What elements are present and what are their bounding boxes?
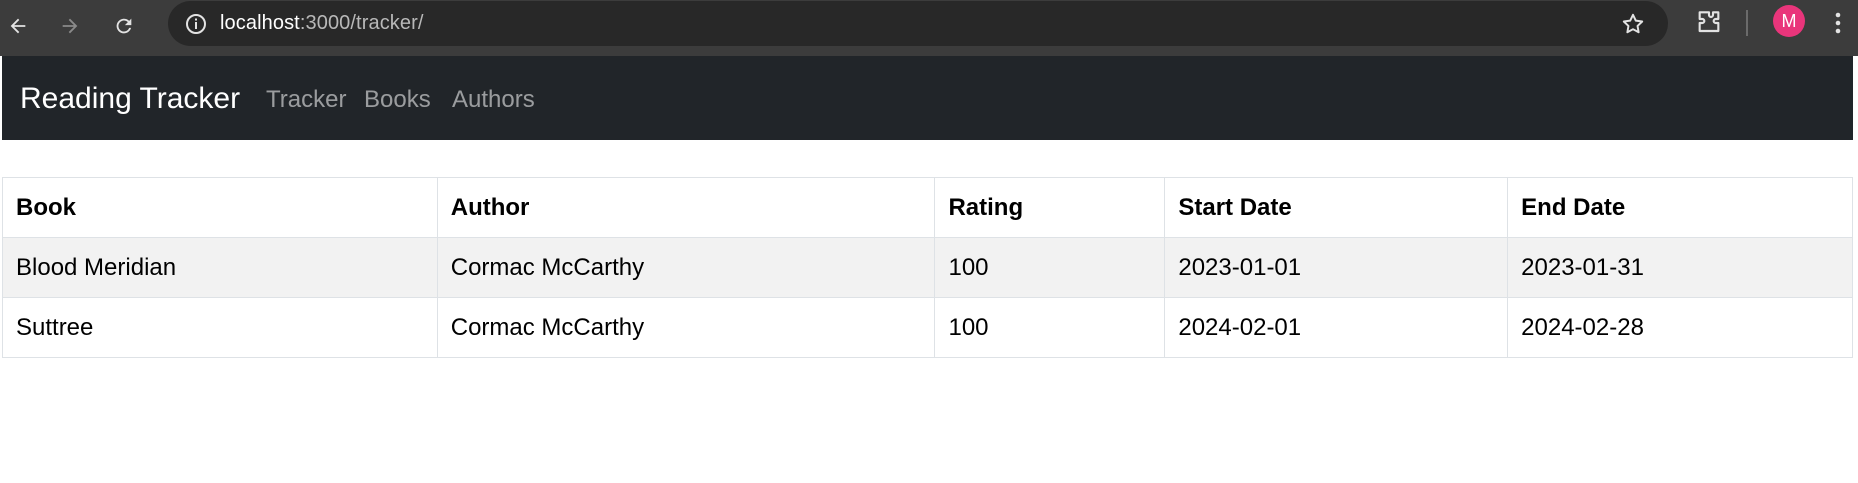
cell-start-date: 2023-01-01 xyxy=(1164,237,1509,298)
kebab-menu-icon[interactable] xyxy=(1828,7,1848,39)
address-bar[interactable]: localhost:3000/tracker/ xyxy=(168,1,1668,46)
url-text[interactable]: localhost:3000/tracker/ xyxy=(220,12,424,35)
table-row: Blood Meridian Cormac McCarthy 100 2023-… xyxy=(2,237,1853,298)
reload-icon xyxy=(116,18,132,34)
column-header-end-date: End Date xyxy=(1507,177,1853,238)
nav-link-authors[interactable]: Authors xyxy=(452,86,535,114)
cell-rating: 100 xyxy=(934,297,1166,358)
cell-book: Suttree xyxy=(2,297,438,358)
puzzle-icon[interactable] xyxy=(1693,7,1725,39)
back-button[interactable] xyxy=(0,8,36,44)
table-row: Suttree Cormac McCarthy 100 2024-02-01 2… xyxy=(2,297,1853,358)
toolbar-divider xyxy=(1746,10,1748,36)
app-navbar: Reading Tracker Tracker Books Authors xyxy=(2,56,1853,140)
column-header-rating: Rating xyxy=(934,177,1166,238)
info-icon[interactable] xyxy=(184,12,208,36)
cell-author: Cormac McCarthy xyxy=(436,237,936,298)
table-header-row: Book Author Rating Start Date End Date xyxy=(2,177,1853,238)
forward-button[interactable] xyxy=(52,8,88,44)
nav-link-books[interactable]: Books xyxy=(364,86,431,114)
back-arrow-icon xyxy=(10,18,26,34)
brand-link[interactable]: Reading Tracker xyxy=(20,82,240,116)
profile-avatar[interactable]: M xyxy=(1773,5,1805,37)
star-icon[interactable] xyxy=(1620,11,1646,37)
reading-table: Book Author Rating Start Date End Date B… xyxy=(2,177,1853,358)
url-path: :3000/tracker/ xyxy=(299,12,424,34)
column-header-start-date: Start Date xyxy=(1164,177,1509,238)
nav-link-tracker[interactable]: Tracker xyxy=(266,86,346,114)
cell-rating: 100 xyxy=(934,237,1166,298)
forward-arrow-icon xyxy=(62,18,78,34)
reload-button[interactable] xyxy=(106,8,142,44)
column-header-author: Author xyxy=(436,177,936,238)
cell-start-date: 2024-02-01 xyxy=(1164,297,1509,358)
cell-end-date: 2023-01-31 xyxy=(1507,237,1853,298)
url-host: localhost xyxy=(220,12,300,34)
cell-author: Cormac McCarthy xyxy=(436,297,936,358)
column-header-book: Book xyxy=(2,177,438,238)
browser-toolbar: localhost:3000/tracker/ M xyxy=(0,0,1858,56)
cell-end-date: 2024-02-28 xyxy=(1507,297,1853,358)
cell-book: Blood Meridian xyxy=(2,237,438,298)
avatar-initial: M xyxy=(1781,10,1797,31)
